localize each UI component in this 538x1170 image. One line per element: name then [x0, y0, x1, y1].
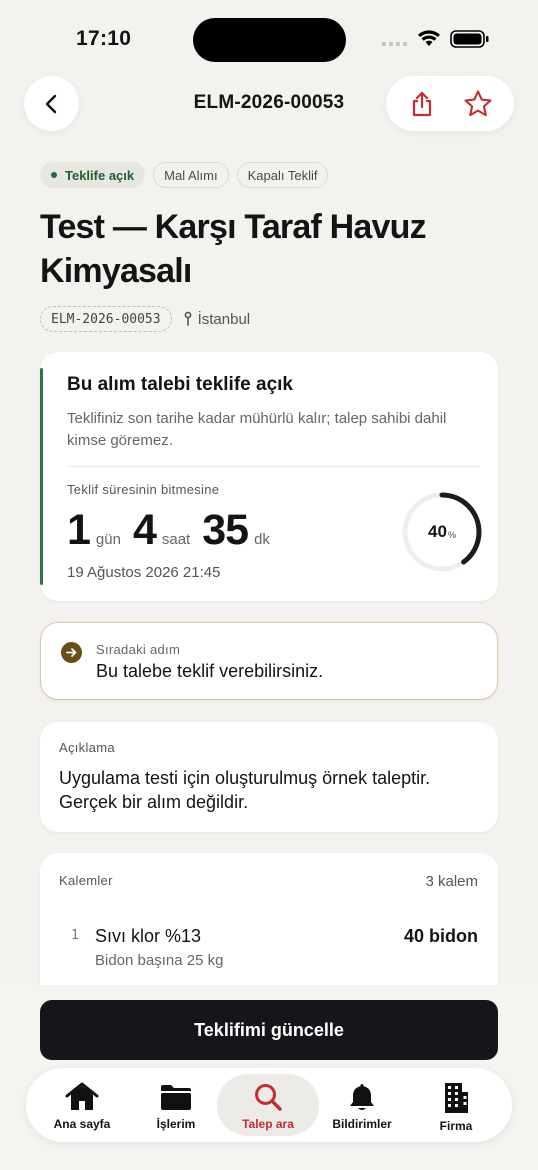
pin-icon — [184, 311, 191, 326]
status-dot-icon — [51, 172, 57, 178]
items-label: Kalemler — [59, 873, 113, 888]
description-text: Uygulama testi için oluşturulmuş örnek t… — [59, 768, 431, 812]
star-icon — [464, 89, 492, 116]
progress-percent: 40% — [400, 490, 484, 574]
arrow-right-icon — [61, 642, 82, 663]
meta-row: ELM-2026-00053 İstanbul — [40, 306, 250, 332]
tab-notifications-label: Bildirimler — [332, 1117, 392, 1131]
request-code: ELM-2026-00053 — [40, 306, 172, 332]
status-time: 17:10 — [76, 27, 132, 50]
bidding-open-title: Bu alım talebi teklife açık — [67, 374, 293, 395]
card-accent — [40, 368, 43, 585]
countdown: 1 gün 4 saat 35 dk — [67, 506, 282, 555]
favorite-button[interactable] — [456, 82, 500, 126]
tab-my-jobs[interactable]: İşlerim — [125, 1074, 227, 1136]
tab-home-label: Ana sayfa — [53, 1117, 111, 1131]
dynamic-island — [193, 18, 346, 62]
bell-icon — [350, 1084, 374, 1110]
battery-icon — [450, 30, 489, 48]
tag-chips: Teklife açık Mal Alımı Kapalı Teklif — [40, 162, 329, 188]
status-badge-label: Teklife açık — [65, 167, 135, 183]
tab-home[interactable]: Ana sayfa — [31, 1074, 133, 1136]
location-label: İstanbul — [197, 310, 251, 328]
tab-search[interactable]: Talep ara — [217, 1074, 319, 1136]
countdown-minutes-unit: dk — [254, 531, 270, 548]
share-icon — [412, 91, 432, 116]
progress-unit: % — [447, 529, 456, 540]
item-name: Sıvı klor %13 — [95, 926, 202, 946]
update-bid-button[interactable]: Teklifimi güncelle — [40, 1000, 498, 1060]
countdown-hours: 4 — [132, 506, 157, 554]
item-subtitle: Bidon başına 25 kg — [95, 952, 224, 969]
countdown-days: 1 — [67, 506, 91, 554]
share-button[interactable] — [400, 82, 444, 126]
tab-search-label: Talep ara — [242, 1117, 294, 1131]
building-icon — [445, 1083, 468, 1113]
tender-type-chip: Kapalı Teklif — [236, 162, 329, 188]
cellular-signal-icon — [382, 42, 407, 46]
location: İstanbul — [184, 310, 251, 328]
deadline-date: 19 Ağustos 2026 21:45 — [67, 564, 221, 581]
countdown-label: Teklif süresinin bitmesine — [67, 482, 220, 497]
bidding-open-card: Bu alım talebi teklife açık Teklifiniz s… — [40, 352, 498, 601]
folder-icon — [161, 1085, 191, 1110]
tab-company[interactable]: Firma — [405, 1074, 507, 1136]
tab-company-label: Firma — [439, 1119, 473, 1133]
countdown-minutes: 35 — [202, 506, 249, 554]
countdown-hours-unit: saat — [161, 531, 191, 548]
item-index: 1 — [71, 928, 79, 943]
status-bar: 17:10 — [0, 0, 538, 80]
tab-my-jobs-label: İşlerim — [156, 1117, 196, 1131]
header-title: ELM-2026-00053 — [193, 92, 345, 113]
back-button[interactable] — [24, 76, 79, 131]
tab-bar: Ana sayfa İşlerim Talep ara Bildirimler — [26, 1068, 512, 1142]
countdown-days-unit: gün — [95, 531, 121, 548]
home-icon — [65, 1082, 99, 1110]
wifi-icon — [418, 30, 440, 46]
page-title: Test — Karşı Taraf Havuz Kimyasalı — [40, 208, 427, 290]
next-step-card[interactable]: Sıradaki adım Bu talebe teklif verebilir… — [40, 622, 498, 700]
tab-notifications[interactable]: Bildirimler — [311, 1074, 413, 1136]
header-actions — [386, 76, 514, 131]
item-quantity: 40 bidon — [403, 926, 478, 946]
bidding-open-description: Teklifiniz son tarihe kadar mühürlü kalı… — [67, 410, 447, 449]
status-badge: Teklife açık — [40, 162, 146, 188]
description-card: Açıklama Uygulama testi için oluşturulmu… — [40, 722, 498, 832]
next-step-label: Sıradaki adım — [96, 642, 181, 657]
category-chip: Mal Alımı — [153, 162, 229, 188]
next-step-text: Bu talebe teklif verebilirsiniz. — [96, 661, 324, 681]
progress-value: 40 — [428, 522, 447, 541]
divider — [67, 466, 480, 467]
description-label: Açıklama — [59, 740, 115, 755]
items-count: 3 kalem — [425, 873, 478, 890]
chevron-left-icon — [45, 94, 56, 113]
search-icon — [255, 1084, 282, 1111]
